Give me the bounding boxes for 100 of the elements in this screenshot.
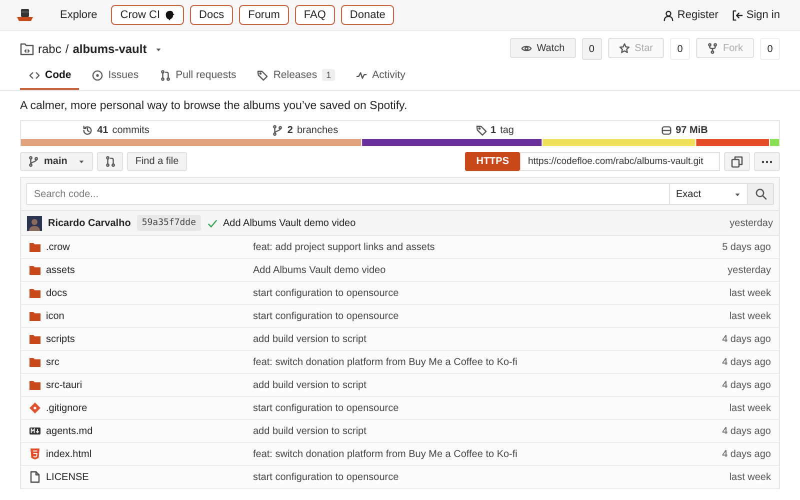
code-icon: [29, 70, 40, 80]
copy-button[interactable]: [724, 152, 750, 171]
commit-message-link[interactable]: start configuration to opensource: [253, 472, 399, 482]
folder-link[interactable]: scripts: [46, 334, 75, 344]
html-file-icon: [29, 448, 41, 460]
disk-stat-link[interactable]: 97 MiB: [590, 124, 779, 136]
file-link[interactable]: index.html: [46, 448, 92, 460]
commit-time: 4 days ago: [722, 380, 771, 390]
folder-link[interactable]: icon: [46, 310, 64, 322]
file-link[interactable]: agents.md: [46, 426, 93, 436]
tab[interactable]: Releases 1: [248, 65, 344, 90]
commit-time: last week: [729, 288, 771, 298]
search-icon: [754, 188, 766, 200]
register-link[interactable]: Register: [659, 6, 722, 24]
search-mode-dropdown[interactable]: Exact: [670, 183, 748, 205]
nav-link[interactable]: Docs: [190, 5, 234, 25]
folder-link[interactable]: src-tauri: [46, 380, 82, 390]
folder-link[interactable]: assets: [46, 264, 75, 276]
tab[interactable]: Activity: [347, 65, 414, 90]
commit-message-link[interactable]: add build version to script: [253, 380, 366, 390]
search-button[interactable]: [748, 183, 774, 205]
tag-stat-link[interactable]: 1 tag: [400, 124, 590, 136]
tab[interactable]: Issues: [83, 65, 147, 90]
pull-request-icon: [104, 156, 116, 167]
clone-protocol-button[interactable]: HTTPS: [465, 152, 520, 171]
folder-link[interactable]: src: [46, 356, 60, 368]
code-search-field[interactable]: Search code...: [26, 183, 670, 205]
commit-time: yesterday: [730, 218, 773, 228]
folder-icon: [29, 310, 41, 322]
caret-icon[interactable]: [154, 46, 162, 52]
tab[interactable]: Pull requests: [150, 65, 244, 90]
check-icon: [207, 218, 218, 228]
commit-sha-link[interactable]: 59a35f7dde: [136, 215, 201, 231]
clone-url-field[interactable]: https://codefloe.com/rabc/albums-vault.git: [520, 152, 720, 171]
commit-time: 4 days ago: [722, 334, 771, 344]
avatar[interactable]: [27, 216, 42, 230]
folder-icon: [29, 333, 41, 345]
sign-in-icon: [732, 10, 744, 20]
folder-link[interactable]: docs: [46, 288, 68, 298]
folder-icon: [29, 287, 41, 299]
commit-author-link[interactable]: Ricardo Carvalho: [48, 218, 131, 228]
commit-time: 5 days ago: [722, 242, 771, 252]
commit-time: 4 days ago: [722, 448, 771, 460]
markdown-file-icon: [29, 425, 41, 437]
repo-name-link[interactable]: albums-vault: [72, 42, 147, 56]
pulse-icon: [356, 70, 368, 80]
commit-message-link[interactable]: feat: add project support links and assets: [253, 242, 435, 252]
star-icon: [618, 42, 630, 54]
commit-time: last week: [729, 310, 771, 322]
caret-icon: [734, 190, 741, 198]
branch-dropdown[interactable]: main: [20, 152, 94, 171]
folder-link[interactable]: .crow: [46, 242, 70, 252]
compare-button[interactable]: [97, 152, 124, 171]
repo-folder-icon: [20, 42, 34, 56]
history-stat-link[interactable]: 41 commits: [21, 124, 210, 136]
find-file-button[interactable]: Find a file: [127, 152, 187, 171]
commit-message-link[interactable]: add build version to script: [253, 334, 366, 344]
commit-time: 4 days ago: [722, 426, 771, 436]
more-button[interactable]: [754, 152, 780, 171]
commit-message-link[interactable]: Add Albums Vault demo video: [253, 264, 386, 276]
nav-link[interactable]: FAQ: [294, 5, 335, 25]
pull-request-icon: [160, 70, 171, 80]
tab[interactable]: Code: [20, 65, 80, 90]
branch-icon: [272, 124, 284, 136]
nav-link[interactable]: Donate: [340, 5, 394, 25]
folder-icon: [29, 356, 41, 368]
database-icon: [660, 124, 672, 136]
ellipsis-icon: [761, 160, 773, 164]
tag-icon: [476, 124, 487, 136]
commit-message-link[interactable]: add build version to script: [253, 426, 366, 436]
owner-link[interactable]: rabc: [38, 42, 62, 56]
person-icon: [663, 10, 674, 20]
tag-icon: [257, 70, 268, 80]
nav-link[interactable]: Crow CI: [111, 5, 184, 25]
copy-icon: [731, 156, 743, 168]
commit-time: yesterday: [728, 264, 771, 276]
branch-icon: [28, 156, 39, 167]
caret-icon: [78, 158, 86, 165]
count-label[interactable]: 0: [582, 38, 602, 60]
sign-in-link[interactable]: Sign in: [728, 6, 784, 24]
file-link[interactable]: LICENSE: [46, 472, 89, 482]
nav-link[interactable]: Forum: [239, 5, 289, 25]
watch-button[interactable]: Watch: [510, 38, 576, 58]
commit-time: last week: [729, 472, 771, 482]
commit-message-link[interactable]: Add Albums Vault demo video: [223, 218, 356, 228]
repo-description: A calmer, more personal way to browse the albums you’ve saved on Spotify.: [20, 100, 408, 112]
commit-time: 4 days ago: [722, 356, 771, 368]
folder-icon: [29, 241, 41, 253]
file-link[interactable]: .gitignore: [46, 402, 88, 414]
issue-circle-icon: [92, 70, 104, 80]
commit-message-link[interactable]: start configuration to opensource: [253, 288, 399, 298]
branch-stat-link[interactable]: 2 branches: [210, 124, 400, 136]
commit-message-link[interactable]: start configuration to opensource: [253, 310, 399, 322]
logo-icon[interactable]: [16, 7, 34, 23]
diamond-file-icon: [29, 402, 41, 414]
count-badge: 1: [322, 69, 336, 81]
commit-message-link[interactable]: start configuration to opensource: [253, 402, 399, 414]
path-separator: /: [65, 42, 69, 56]
folder-icon: [29, 379, 41, 391]
file-icon: [29, 471, 41, 483]
